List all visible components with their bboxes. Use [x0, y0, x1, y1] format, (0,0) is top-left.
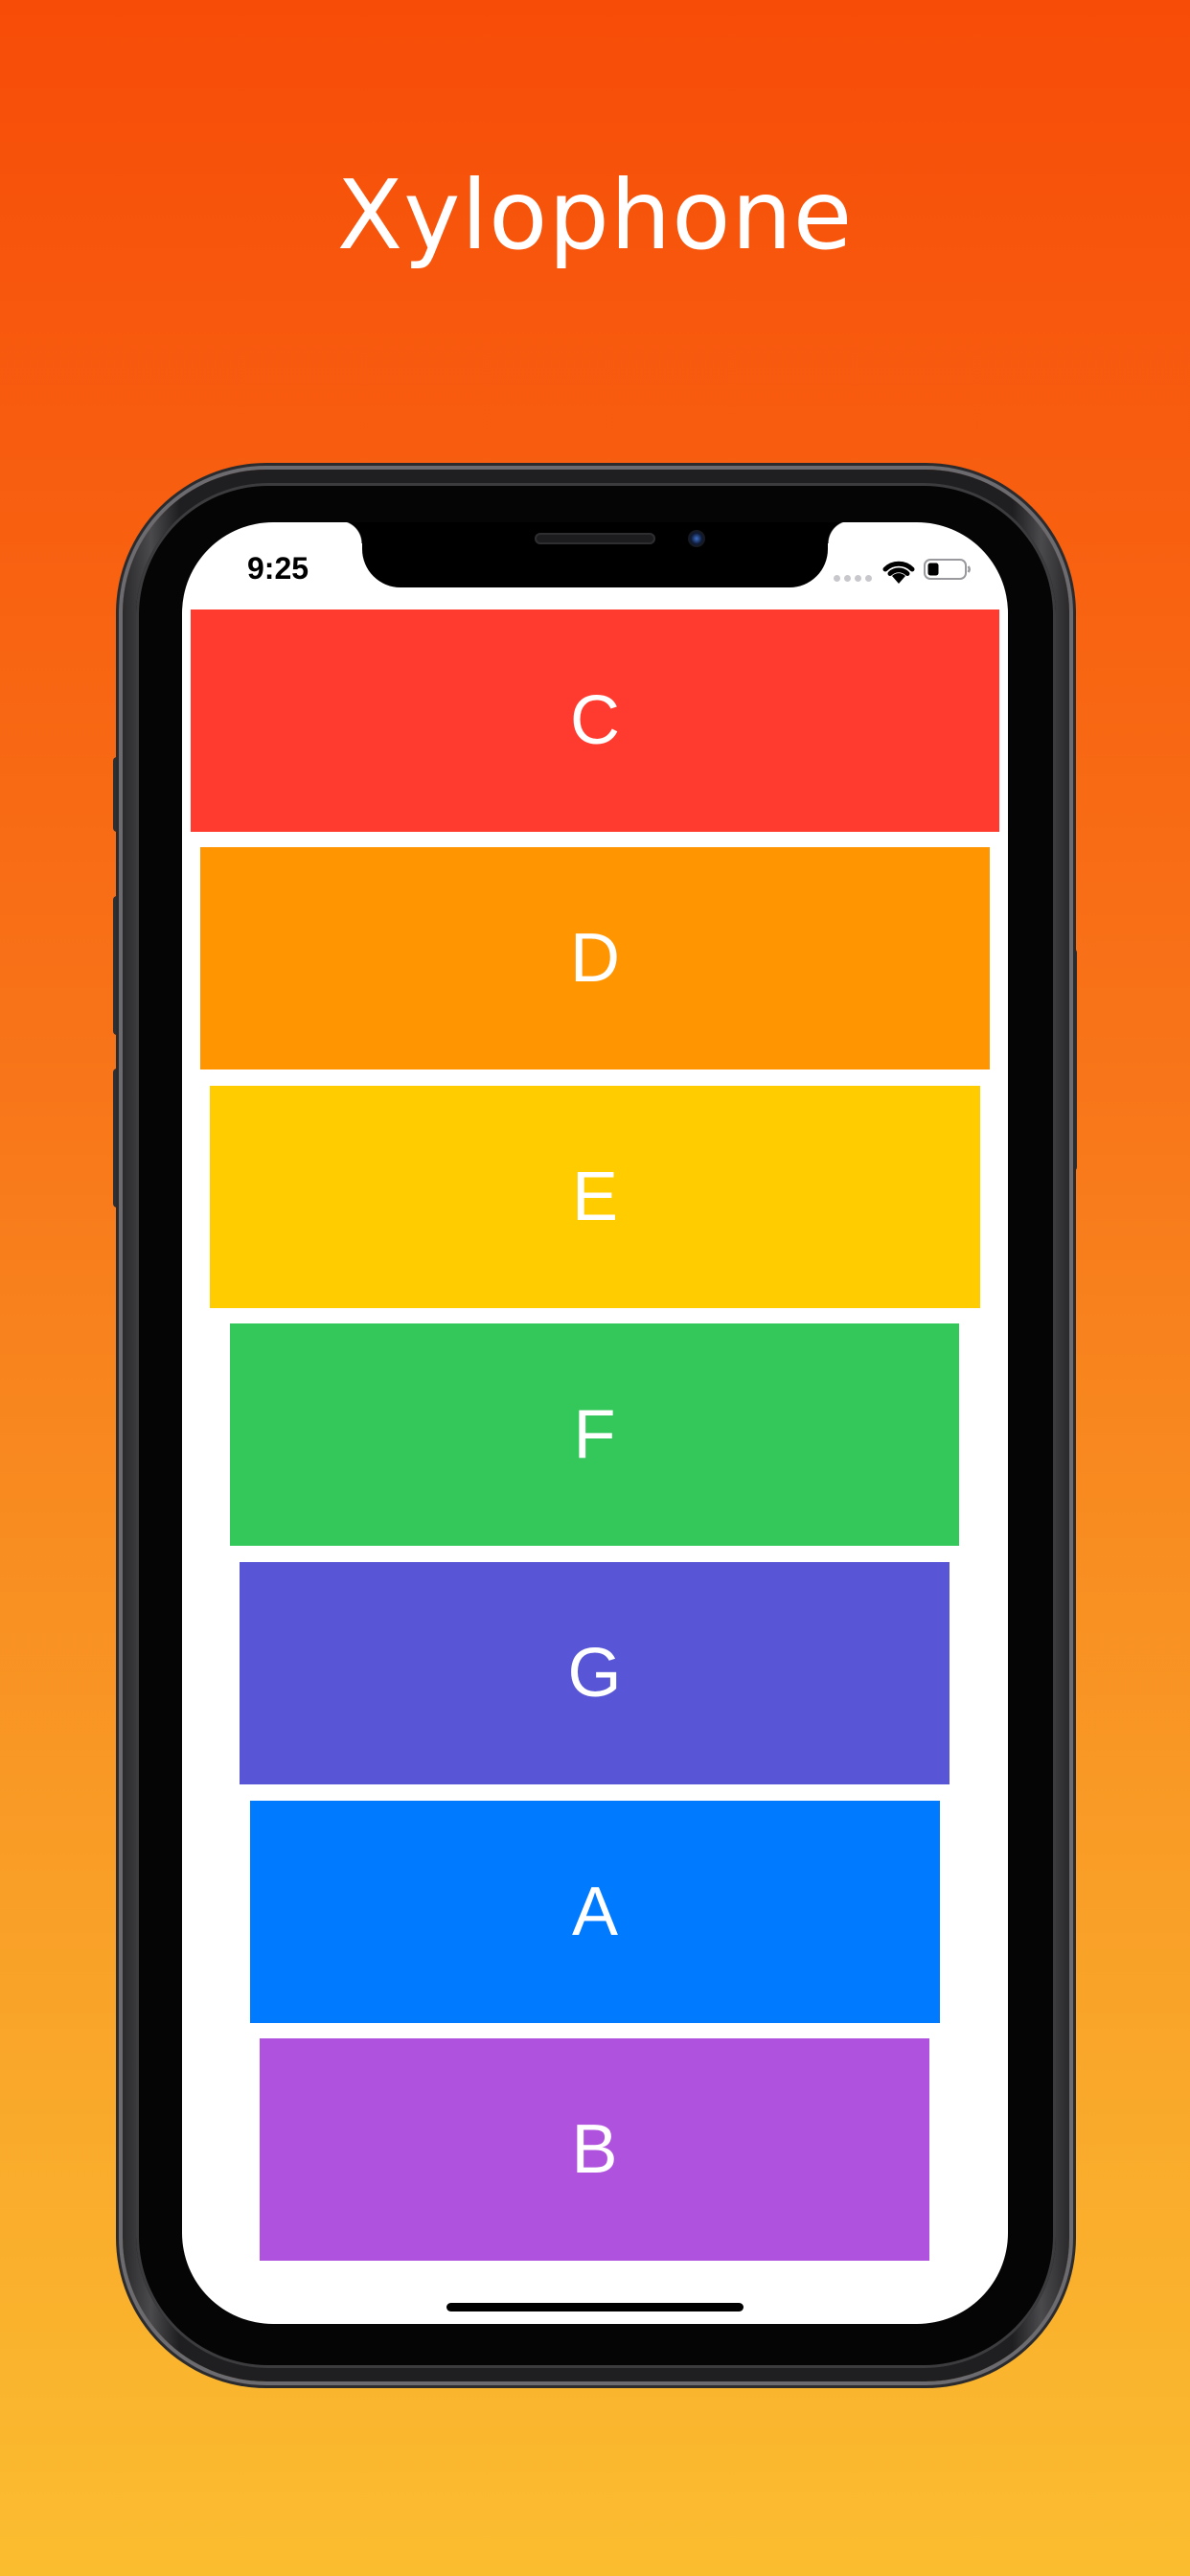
- key-g[interactable]: G: [240, 1562, 950, 1784]
- volume-up-button: [113, 896, 123, 1035]
- battery-icon: [924, 559, 971, 580]
- headline-title: Xylophone: [336, 159, 854, 271]
- key-a[interactable]: A: [250, 1801, 940, 2023]
- front-camera-icon: [688, 530, 705, 547]
- speaker-grille: [535, 533, 655, 544]
- signal-icon: [834, 575, 872, 582]
- key-e[interactable]: E: [210, 1086, 980, 1308]
- volume-down-button: [113, 1069, 123, 1208]
- key-f[interactable]: F: [230, 1323, 959, 1546]
- phone-screen: 9:25 C D E F G A B: [182, 522, 1008, 2324]
- status-time: 9:25: [247, 551, 309, 586]
- notch: [339, 522, 851, 587]
- key-c[interactable]: C: [191, 610, 999, 832]
- key-b[interactable]: B: [260, 2038, 929, 2261]
- key-d[interactable]: D: [200, 847, 990, 1070]
- silent-switch: [113, 757, 123, 832]
- wifi-icon: [882, 561, 915, 584]
- home-indicator[interactable]: [446, 2303, 744, 2312]
